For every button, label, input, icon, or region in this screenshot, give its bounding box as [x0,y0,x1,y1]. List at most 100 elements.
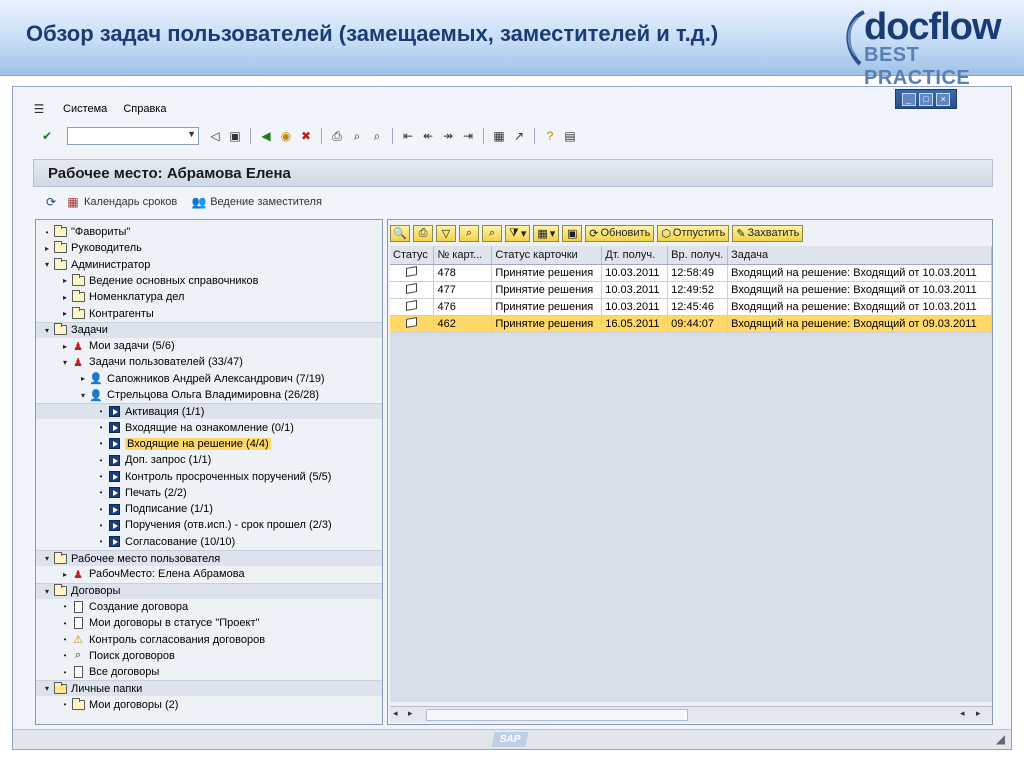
table-cell[interactable]: Входящий на решение: Входящий от 10.03.2… [727,264,992,282]
find-icon[interactable]: ⌕ [349,128,365,144]
table-cell[interactable]: 10.03.2011 [601,281,669,299]
tree-node[interactable]: ▾ Рабочее место пользователя [36,550,382,566]
cancel-icon[interactable]: ✖ [298,128,314,144]
print-icon[interactable]: ⎙ [413,224,433,242]
filter-icon[interactable]: ▽ [436,224,456,242]
table-cell[interactable]: 12:58:49 [667,264,729,282]
menu-help[interactable]: Справка [123,103,166,115]
table-row[interactable]: 478 Принятие решения 10.03.2011 12:58:49 Вхо… [390,264,992,282]
table-cell[interactable]: Принятие решения [491,315,603,333]
table-cell[interactable]: 10.03.2011 [601,264,669,282]
tree-node[interactable]: • Подписание (1/1) [36,501,382,517]
table-cell[interactable]: Входящий на решение: Входящий от 10.03.2… [727,298,992,316]
table-row[interactable]: 477 Принятие решения 10.03.2011 12:49:52 Вхо… [390,281,992,299]
enter-check-icon[interactable]: ✔ [39,128,55,144]
resize-grip-icon[interactable]: ◢ [996,732,1005,746]
column-header[interactable]: Дт. получ. [601,246,669,265]
tree-node[interactable]: • Активация (1/1) [36,403,382,420]
tree-node[interactable]: • Согласование (10/10) [36,534,382,550]
expand-icon[interactable]: ▸ [60,276,70,285]
scroll-left-icon[interactable]: ◂ [393,708,398,719]
tree-node[interactable]: • Доп. запрос (1/1) [36,452,382,468]
collapse-icon[interactable]: ▾ [42,326,52,335]
help-icon[interactable]: ? [542,128,558,144]
table-cell[interactable]: 478 [433,264,493,282]
tree-node[interactable]: ▾ 👤 Стрельцова Ольга Владимировна (26/28) [36,387,382,403]
exit-icon[interactable]: ◉ [278,128,294,144]
table-cell[interactable]: 476 [433,298,493,316]
new-session-icon[interactable]: ▦ [491,128,507,144]
tree-node[interactable]: • ⚠ Контроль согласования договоров [36,632,382,648]
tree-node[interactable]: ▸ Номенклатура дел [36,289,382,305]
tree-node[interactable]: • ⌕ Поиск договоров [36,648,382,664]
tree-node[interactable]: ▸ ♟ РабочМесто: Елена Абрамова [36,566,382,582]
tree-node[interactable]: • Входящие на решение (4/4) [36,436,382,452]
tree-node[interactable]: ▾ Задачи [36,321,382,338]
minimize-icon[interactable]: _ [901,92,916,106]
status-cell[interactable] [390,264,435,282]
maximize-icon[interactable]: □ [918,92,933,106]
shortcut-icon[interactable]: ↗ [511,128,527,144]
tree-node[interactable]: • Все договоры [36,664,382,680]
scrollbar-thumb[interactable] [426,709,688,721]
expand-icon[interactable]: ▸ [78,374,88,383]
deputy-button[interactable]: 👥 Ведение заместителя [191,194,322,210]
tree-node[interactable]: • Создание договора [36,599,382,615]
collapse-icon[interactable]: ▾ [78,391,88,400]
save-icon[interactable]: ▣ [227,128,243,144]
print-icon[interactable]: ⎙ [329,128,345,144]
column-header[interactable]: Статус карточки [491,246,603,265]
status-cell[interactable] [390,298,435,316]
menu-icon[interactable]: ☰ [31,101,47,117]
column-header[interactable]: № карт... [433,246,493,265]
tree-node[interactable]: • "Фавориты" [36,224,382,240]
close-icon[interactable]: × [936,92,951,106]
table-cell[interactable]: 462 [433,315,493,333]
back-arrow-icon[interactable]: ◁ [207,128,223,144]
table-cell[interactable]: Входящий на решение: Входящий от 09.03.2… [727,315,992,333]
table-cell[interactable]: Принятие решения [491,264,603,282]
prev-page-icon[interactable]: ↞ [420,128,436,144]
layout-icon[interactable]: ▤ [562,128,578,144]
table-row[interactable]: 462 Принятие решения 16.05.2011 09:44:07 Вхо… [390,315,992,333]
column-header[interactable]: Вр. получ. [667,246,729,265]
refresh-button[interactable]: ⟳ Обновить [585,224,655,242]
filter-dropdown-button[interactable]: ⧩ ▾ [505,224,531,242]
collapse-icon[interactable]: ▾ [42,554,52,563]
tree-node[interactable]: • Мои договоры (2) [36,697,382,713]
tree-node[interactable]: ▸ ♟ Мои задачи (5/6) [36,338,382,354]
horizontal-scrollbar[interactable]: ◂ ▸ ◂ ▸ [390,706,992,722]
expand-icon[interactable]: ▸ [60,293,70,302]
table-cell[interactable]: 12:49:52 [667,281,729,299]
scroll-right-icon[interactable]: ▸ [408,708,413,719]
collapse-icon[interactable]: ▾ [42,684,52,693]
scroll-right-icon[interactable]: ▸ [976,708,981,719]
release-button[interactable]: ⬡ Отпустить [657,224,730,242]
tree-node[interactable]: • Печать (2/2) [36,485,382,501]
task-icon[interactable]: ▣ [562,224,583,242]
first-page-icon[interactable]: ⇤ [400,128,416,144]
menu-system[interactable]: Система [63,103,107,115]
tree-node[interactable]: • Поручения (отв.исп.) - срок прошел (2/3… [36,517,382,533]
expand-icon[interactable]: ▸ [60,570,70,579]
next-page-icon[interactable]: ↠ [440,128,456,144]
expand-icon[interactable]: ▸ [42,244,52,253]
collapse-icon[interactable]: ▾ [42,587,52,596]
scroll-left-icon[interactable]: ◂ [960,708,965,719]
layout-dropdown-button[interactable]: ▦ ▾ [533,224,560,242]
expand-icon[interactable]: ▸ [60,309,70,318]
collapse-icon[interactable]: ▾ [42,260,52,269]
tree-node[interactable]: • Контроль просроченных поручений (5/5) [36,469,382,485]
tree-node[interactable]: ▾ Личные папки [36,680,382,697]
tree-node[interactable]: • Входящие на ознакомление (0/1) [36,420,382,436]
tree-node[interactable]: ▸ 👤 Сапожников Андрей Александрович (7/19) [36,371,382,387]
refresh-icon[interactable]: ⟳ [43,194,59,210]
tree-node[interactable]: ▾ Договоры [36,582,382,599]
column-header[interactable]: Задача [727,246,992,265]
expand-icon[interactable]: ▸ [60,342,70,351]
command-field[interactable]: ▼ [67,127,199,145]
find-icon[interactable]: ⌕ [459,224,479,242]
tree-node[interactable]: ▸ Ведение основных справочников [36,273,382,289]
table-cell[interactable]: 12:45:46 [667,298,729,316]
table-cell[interactable]: 16.05.2011 [601,315,669,333]
